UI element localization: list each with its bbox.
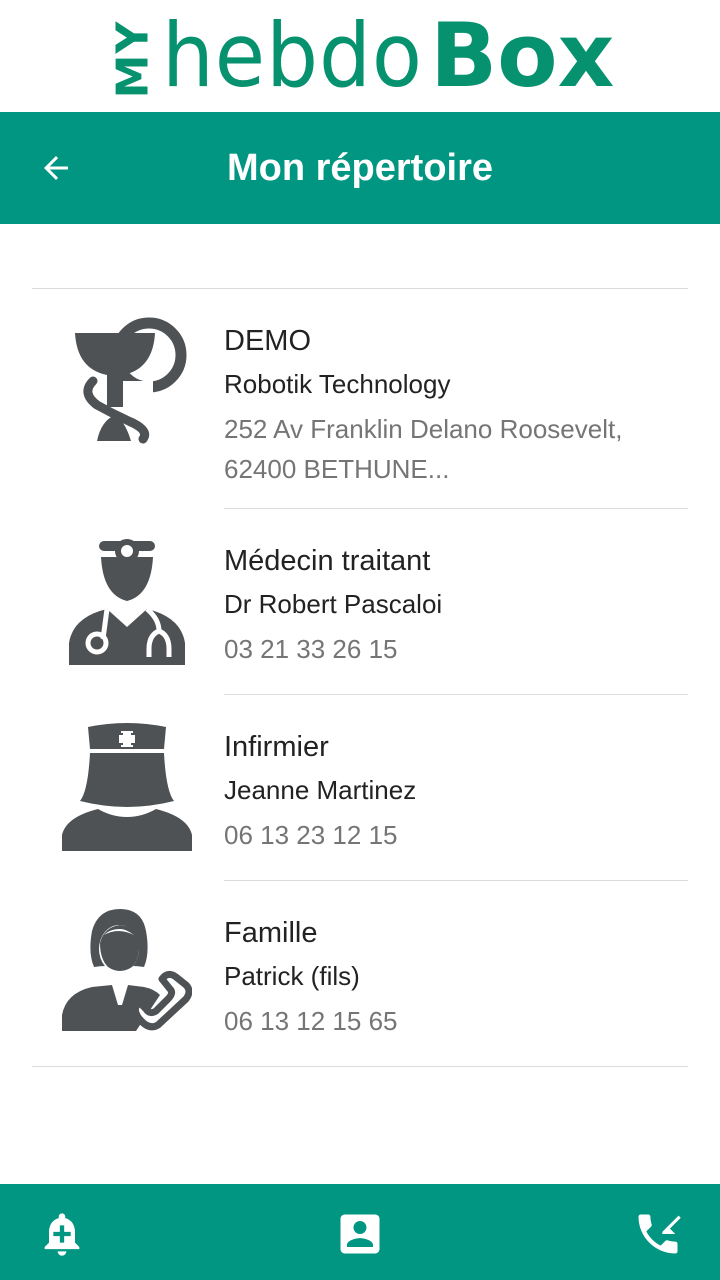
family-contact-icon bbox=[62, 907, 192, 1037]
logo-box-text: Box bbox=[430, 4, 615, 107]
logo-my-text: MY bbox=[107, 20, 159, 98]
alarm-add-icon bbox=[44, 1213, 80, 1256]
nav-contacts-button[interactable] bbox=[330, 1204, 390, 1264]
contact-item-medecin-traitant[interactable]: Médecin traitant Dr Robert Pascaloi 03 2… bbox=[32, 509, 688, 695]
nav-calls-button[interactable] bbox=[628, 1204, 688, 1264]
app-header: Mon répertoire bbox=[0, 112, 720, 224]
bottom-nav bbox=[0, 1184, 720, 1280]
contact-type: Infirmier bbox=[224, 731, 329, 763]
logo-wordmark: MY hebdo Box bbox=[106, 4, 615, 107]
missed-call-icon bbox=[638, 1214, 681, 1254]
page-title: Mon répertoire bbox=[226, 147, 494, 189]
contact-item-demo[interactable]: DEMO Robotik Technology 252 Av Franklin … bbox=[32, 289, 688, 509]
contact-address-line: 252 Av Franklin Delano Roosevelt, bbox=[224, 414, 623, 444]
back-button[interactable] bbox=[28, 140, 84, 196]
contact-name: Robotik Technology bbox=[224, 369, 451, 399]
contact-phone: 06 13 12 15 65 bbox=[224, 1006, 398, 1036]
list-divider bbox=[32, 1066, 688, 1067]
contact-card-icon bbox=[340, 1214, 380, 1254]
pharmacy-icon bbox=[62, 315, 192, 445]
doctor-icon bbox=[62, 535, 192, 665]
nurse-icon bbox=[62, 721, 192, 851]
nav-alarm-button[interactable] bbox=[32, 1204, 92, 1264]
contact-type: Médecin traitant bbox=[224, 545, 431, 577]
logo-hebdo-text: hebdo bbox=[161, 4, 423, 107]
logo-my: MY bbox=[106, 14, 160, 104]
contact-type: Famille bbox=[224, 917, 318, 949]
contact-phone: 03 21 33 26 15 bbox=[224, 634, 398, 664]
app-screen: MY hebdo Box Mon répertoire DEMO Robotik… bbox=[0, 0, 720, 1280]
contact-name: Jeanne Martinez bbox=[224, 775, 417, 805]
contact-address: 252 Av Franklin Delano Roosevelt, 62400 … bbox=[224, 409, 688, 489]
contact-phone: 06 13 23 12 15 bbox=[224, 820, 398, 850]
contact-type: DEMO bbox=[224, 325, 311, 357]
contact-list: DEMO Robotik Technology 252 Av Franklin … bbox=[32, 288, 688, 1067]
contact-name: Patrick (fils) bbox=[224, 961, 360, 991]
contact-item-famille[interactable]: Famille Patrick (fils) 06 13 12 15 65 bbox=[32, 881, 688, 1067]
contact-name: Dr Robert Pascaloi bbox=[224, 589, 443, 619]
arrow-left-icon bbox=[44, 156, 68, 180]
contact-address-line: 62400 BETHUNE... bbox=[224, 454, 450, 484]
contact-item-infirmier[interactable]: Infirmier Jeanne Martinez 06 13 23 12 15 bbox=[32, 695, 688, 881]
app-logo: MY hebdo Box bbox=[0, 0, 720, 112]
